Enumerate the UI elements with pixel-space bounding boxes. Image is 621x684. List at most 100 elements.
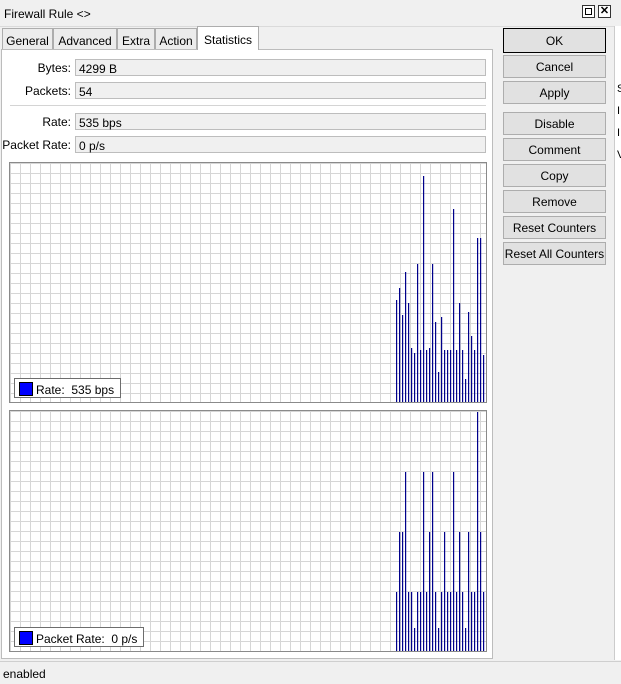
rate-graph: Rate: 535 bps: [9, 162, 487, 403]
background-edge-char: I: [617, 105, 621, 117]
packet-rate-bar: [480, 532, 482, 651]
rate-bar: [450, 350, 452, 402]
cancel-button[interactable]: Cancel: [503, 55, 606, 78]
rate-bar: [432, 264, 434, 402]
copy-button[interactable]: Copy: [503, 164, 606, 187]
packet-rate-bar: [468, 532, 470, 651]
packet-rate-bar: [477, 412, 479, 651]
packet-rate-legend: Packet Rate: 0 p/s: [14, 627, 145, 647]
rate-graph-canvas: [396, 176, 485, 402]
packet-rate-bar: [441, 592, 443, 651]
status-bar: enabled: [0, 661, 621, 684]
packet-rate-graph: Packet Rate: 0 p/s: [9, 410, 487, 652]
packet-rate-label: Packet Rate:: [2, 138, 71, 152]
tab-advanced[interactable]: Advanced: [53, 28, 117, 49]
packet-rate-bar: [444, 532, 446, 651]
remove-button[interactable]: Remove: [503, 190, 606, 213]
rate-legend-value: 535 bps: [71, 383, 115, 397]
separator: [10, 105, 486, 106]
packet-rate-bar: [465, 628, 467, 651]
rate-legend-swatch: [19, 382, 33, 396]
status-text: enabled: [3, 667, 46, 681]
rate-bar: [435, 322, 437, 402]
tab-action[interactable]: Action: [155, 28, 197, 49]
rate-bar: [474, 350, 476, 402]
rate-bar: [399, 288, 401, 402]
rate-bar: [471, 336, 473, 402]
packet-rate-bar: [396, 592, 398, 651]
rate-field[interactable]: 535 bps: [75, 113, 486, 130]
packets-field[interactable]: 54: [75, 82, 486, 99]
rate-bar: [408, 303, 410, 402]
background-edge-char: V: [617, 149, 621, 161]
rate-bar: [468, 312, 470, 402]
background-window-edge: S I I V: [614, 26, 621, 660]
rate-legend: Rate: 535 bps: [14, 378, 122, 398]
rate-bar: [477, 238, 479, 402]
rate-bar: [483, 355, 485, 402]
rate-bar: [462, 350, 464, 402]
rate-bar: [402, 315, 404, 402]
packet-rate-legend-swatch: [19, 631, 33, 645]
packet-rate-bar: [483, 592, 485, 651]
rate-bar: [453, 209, 455, 402]
rate-bar: [441, 317, 443, 402]
rate-bar: [444, 350, 446, 402]
rate-bar: [423, 176, 425, 402]
packet-rate-bar: [414, 628, 416, 651]
title-bar[interactable]: Firewall Rule <> ✕: [0, 0, 621, 27]
comment-button[interactable]: Comment: [503, 138, 606, 161]
ok-button[interactable]: OK: [503, 28, 606, 53]
packet-rate-graph-canvas: [396, 412, 487, 652]
packet-rate-bar: [420, 592, 422, 651]
rate-bar: [420, 350, 422, 402]
packet-rate-bar: [447, 592, 449, 651]
packet-rate-bar: [438, 628, 440, 651]
background-edge-char: S: [617, 83, 621, 95]
packet-rate-bar: [486, 472, 487, 652]
rate-bar: [417, 264, 419, 402]
close-icon[interactable]: ✕: [598, 5, 611, 18]
packet-rate-bar: [426, 592, 428, 651]
packet-rate-legend-label: Packet Rate:: [36, 632, 105, 646]
maximize-icon[interactable]: [582, 5, 595, 18]
rate-bar: [480, 238, 482, 402]
packet-rate-bar: [453, 472, 455, 651]
rate-bar: [414, 353, 416, 402]
packet-rate-bar: [402, 532, 404, 651]
rate-bar: [426, 350, 428, 402]
packet-rate-bar: [450, 592, 452, 651]
bytes-field[interactable]: 4299 B: [75, 59, 486, 76]
packet-rate-field[interactable]: 0 p/s: [75, 136, 486, 153]
rate-label: Rate:: [42, 115, 71, 129]
tab-extra[interactable]: Extra: [117, 28, 155, 49]
packet-rate-bar: [411, 592, 413, 651]
packet-rate-bar: [471, 592, 473, 651]
packet-rate-bar: [432, 472, 434, 651]
tab-statistics[interactable]: Statistics: [197, 26, 259, 50]
tab-general[interactable]: General: [2, 28, 53, 49]
rate-bar: [447, 350, 449, 402]
rate-legend-label: Rate:: [36, 383, 65, 397]
packet-rate-bar: [435, 592, 437, 651]
packet-rate-legend-value: 0 p/s: [111, 632, 138, 646]
packet-rate-bar: [408, 592, 410, 651]
packet-rate-bar: [399, 532, 401, 651]
packet-rate-bar: [474, 592, 476, 651]
rate-bar: [429, 348, 431, 402]
rate-bar: [411, 348, 413, 402]
disable-button[interactable]: Disable: [503, 112, 606, 135]
rate-bar: [396, 300, 398, 402]
statistics-panel: Bytes: 4299 B Packets: 54 Rate: 535 bps …: [1, 49, 493, 659]
rate-bar: [405, 272, 407, 402]
packet-rate-bar: [429, 532, 431, 651]
reset-counters-button[interactable]: Reset Counters: [503, 216, 606, 239]
packet-rate-bar: [459, 532, 461, 651]
rate-bar: [465, 379, 467, 402]
apply-button[interactable]: Apply: [503, 81, 606, 104]
rate-bar: [456, 350, 458, 402]
background-edge-char: I: [617, 127, 621, 139]
reset-all-counters-button[interactable]: Reset All Counters: [503, 242, 606, 265]
bytes-label: Bytes:: [37, 61, 71, 75]
packet-rate-bar: [456, 592, 458, 651]
